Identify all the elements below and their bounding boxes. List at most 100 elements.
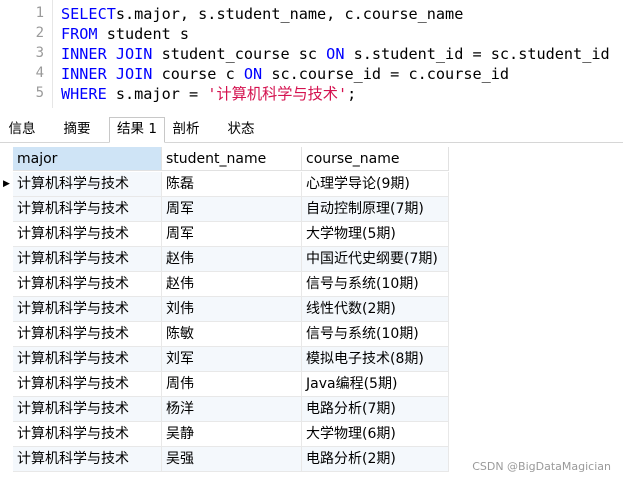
cell-student-name[interactable]: 刘军 [162, 347, 302, 372]
sql-keyword: INNER JOIN [61, 65, 153, 83]
cell-student-name[interactable]: 赵伟 [162, 272, 302, 297]
code-line[interactable]: 1 SELECTs.major, s.student_name, c.course… [0, 4, 623, 24]
tab-summary[interactable]: 摘要 [52, 118, 102, 141]
row-indicator[interactable] [0, 397, 13, 422]
cell-student-name[interactable]: 刘伟 [162, 297, 302, 322]
cell-student-name[interactable]: 周军 [162, 197, 302, 222]
row-indicator[interactable] [0, 297, 13, 322]
cell-student-name[interactable]: 吴强 [162, 447, 302, 472]
code-text: INNER JOIN student_course sc ON s.studen… [61, 44, 610, 64]
column-header-course-name[interactable]: course_name [302, 147, 449, 171]
sql-string: '计算机科学与技术' [207, 85, 348, 103]
table-row[interactable]: 计算机科学与技术 赵伟 信号与系统(10期) [0, 272, 450, 297]
cell-major[interactable]: 计算机科学与技术 [13, 322, 162, 347]
sql-keyword: WHERE [61, 85, 107, 103]
column-header-major[interactable]: major [13, 147, 162, 171]
table-row[interactable]: 计算机科学与技术 杨洋 电路分析(7期) [0, 397, 450, 422]
table-row[interactable]: 计算机科学与技术 刘伟 线性代数(2期) [0, 297, 450, 322]
cell-student-name[interactable]: 周军 [162, 222, 302, 247]
cell-course-name[interactable]: 自动控制原理(7期) [302, 197, 449, 222]
cell-student-name[interactable]: 吴静 [162, 422, 302, 447]
line-number: 1 [35, 5, 44, 21]
row-indicator[interactable] [0, 247, 13, 272]
line-number: 5 [35, 85, 44, 101]
sql-text: s.major = [106, 85, 208, 103]
cell-course-name[interactable]: 线性代数(2期) [302, 297, 449, 322]
table-row[interactable]: 计算机科学与技术 赵伟 中国近代史纲要(7期) [0, 247, 450, 272]
sql-editor[interactable]: 1 SELECTs.major, s.student_name, c.course… [0, 0, 623, 108]
cell-course-name[interactable]: Java编程(5期) [302, 372, 449, 397]
row-indicator[interactable] [0, 197, 13, 222]
table-row[interactable]: 计算机科学与技术 周军 自动控制原理(7期) [0, 197, 450, 222]
cell-course-name[interactable]: 信号与系统(10期) [302, 272, 449, 297]
sql-text: student s [97, 25, 190, 43]
line-number: 4 [35, 65, 44, 81]
table-row[interactable]: 计算机科学与技术 周军 大学物理(5期) [0, 222, 450, 247]
code-line[interactable]: 3 INNER JOIN student_course sc ON s.stude… [0, 44, 623, 64]
cell-student-name[interactable]: 周伟 [162, 372, 302, 397]
results-grid[interactable]: major student_name course_name ▶ 计算机科学与技术… [0, 147, 623, 481]
sql-text: sc.course_id = c.course_id [262, 65, 510, 83]
cell-major[interactable]: 计算机科学与技术 [13, 172, 162, 197]
table-row[interactable]: 计算机科学与技术 周伟 Java编程(5期) [0, 372, 450, 397]
row-indicator[interactable] [0, 347, 13, 372]
sql-text: course c [152, 65, 244, 83]
cell-student-name[interactable]: 陈磊 [162, 172, 302, 197]
table-row[interactable]: 计算机科学与技术 吴强 电路分析(2期) [0, 447, 450, 472]
tab-info[interactable]: 信息 [0, 118, 44, 141]
code-text: FROM student s [61, 24, 189, 44]
cell-course-name[interactable]: 模拟电子技术(8期) [302, 347, 449, 372]
table-row[interactable]: ▶ 计算机科学与技术 陈磊 心理学导论(9期) [0, 172, 450, 197]
tab-result-1[interactable]: 结果 1 [109, 117, 165, 143]
cell-major[interactable]: 计算机科学与技术 [13, 297, 162, 322]
cell-student-name[interactable]: 赵伟 [162, 247, 302, 272]
row-indicator[interactable] [0, 322, 13, 347]
sql-text: s.major, s.student_name, c.course_name [115, 5, 464, 23]
code-text: INNER JOIN course c ON sc.course_id = c.… [61, 64, 509, 84]
row-indicator[interactable] [0, 372, 13, 397]
row-indicator[interactable] [0, 222, 13, 247]
sql-keyword: ON [326, 45, 345, 63]
cell-major[interactable]: 计算机科学与技术 [13, 397, 162, 422]
row-indicator[interactable] [0, 272, 13, 297]
code-text: WHERE s.major = '计算机科学与技术'; [61, 84, 356, 104]
sql-text: s.student_id = sc.student_id [344, 45, 610, 63]
tab-profile[interactable]: 剖析 [163, 118, 209, 141]
sql-text: ; [347, 85, 357, 103]
line-number: 2 [35, 25, 44, 41]
row-indicator[interactable]: ▶ [0, 172, 13, 197]
cell-course-name[interactable]: 大学物理(6期) [302, 422, 449, 447]
table-row[interactable]: 计算机科学与技术 刘军 模拟电子技术(8期) [0, 347, 450, 372]
cell-major[interactable]: 计算机科学与技术 [13, 347, 162, 372]
code-line[interactable]: 4 INNER JOIN course c ON sc.course_id = c… [0, 64, 623, 84]
code-text: SELECTs.major, s.student_name, c.course_… [61, 4, 463, 24]
cell-course-name[interactable]: 电路分析(2期) [302, 447, 449, 472]
cell-course-name[interactable]: 电路分析(7期) [302, 397, 449, 422]
cell-course-name[interactable]: 大学物理(5期) [302, 222, 449, 247]
cell-course-name[interactable]: 心理学导论(9期) [302, 172, 449, 197]
cell-student-name[interactable]: 杨洋 [162, 397, 302, 422]
column-header-student-name[interactable]: student_name [162, 147, 302, 171]
sql-keyword: SELECT [61, 5, 116, 23]
tab-status[interactable]: 状态 [217, 118, 265, 141]
sql-keyword: ON [243, 65, 263, 83]
cell-major[interactable]: 计算机科学与技术 [13, 247, 162, 272]
cell-course-name[interactable]: 中国近代史纲要(7期) [302, 247, 449, 272]
code-line[interactable]: 2 FROM student s [0, 24, 623, 44]
cell-major[interactable]: 计算机科学与技术 [13, 422, 162, 447]
code-line[interactable]: 5 WHERE s.major = '计算机科学与技术'; [0, 84, 623, 104]
row-indicator[interactable] [0, 422, 13, 447]
cell-course-name[interactable]: 信号与系统(10期) [302, 322, 449, 347]
cell-major[interactable]: 计算机科学与技术 [13, 197, 162, 222]
cell-major[interactable]: 计算机科学与技术 [13, 372, 162, 397]
cell-major[interactable]: 计算机科学与技术 [13, 447, 162, 472]
cell-student-name[interactable]: 陈敏 [162, 322, 302, 347]
sql-keyword: FROM [61, 25, 98, 43]
table-row[interactable]: 计算机科学与技术 吴静 大学物理(6期) [0, 422, 450, 447]
sql-keyword: INNER JOIN [61, 45, 153, 63]
sql-text: student_course sc [152, 45, 327, 63]
cell-major[interactable]: 计算机科学与技术 [13, 222, 162, 247]
table-row[interactable]: 计算机科学与技术 陈敏 信号与系统(10期) [0, 322, 450, 347]
row-indicator[interactable] [0, 447, 13, 472]
cell-major[interactable]: 计算机科学与技术 [13, 272, 162, 297]
